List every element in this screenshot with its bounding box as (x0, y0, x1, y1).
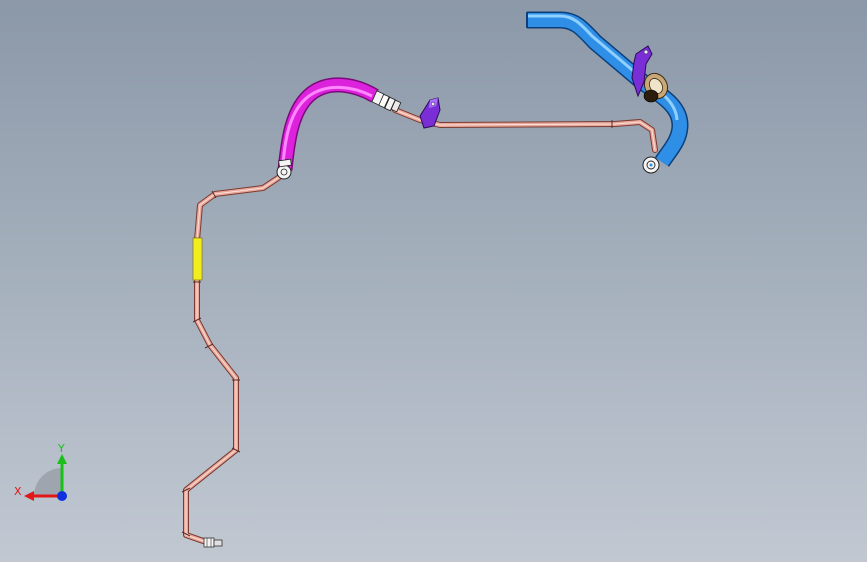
end-fitting[interactable] (203, 537, 223, 548)
y-axis-label: Y (57, 442, 65, 455)
magenta-hose[interactable] (277, 77, 379, 171)
pipe-end-fitting[interactable] (642, 156, 660, 174)
y-axis-arrow (57, 454, 67, 464)
yellow-marker-band[interactable] (192, 237, 203, 281)
3d-viewport[interactable]: Y X (0, 0, 867, 562)
hose-lower-fitting[interactable] (276, 158, 292, 180)
hose-upper-fitting[interactable] (371, 90, 402, 113)
pipe-assembly-model[interactable] (0, 0, 867, 562)
x-axis-arrow (24, 491, 34, 501)
copper-tube[interactable] (181, 107, 658, 547)
x-axis-label: X (14, 485, 22, 498)
z-axis-dot (57, 491, 67, 501)
orientation-triad: Y X (14, 442, 67, 501)
